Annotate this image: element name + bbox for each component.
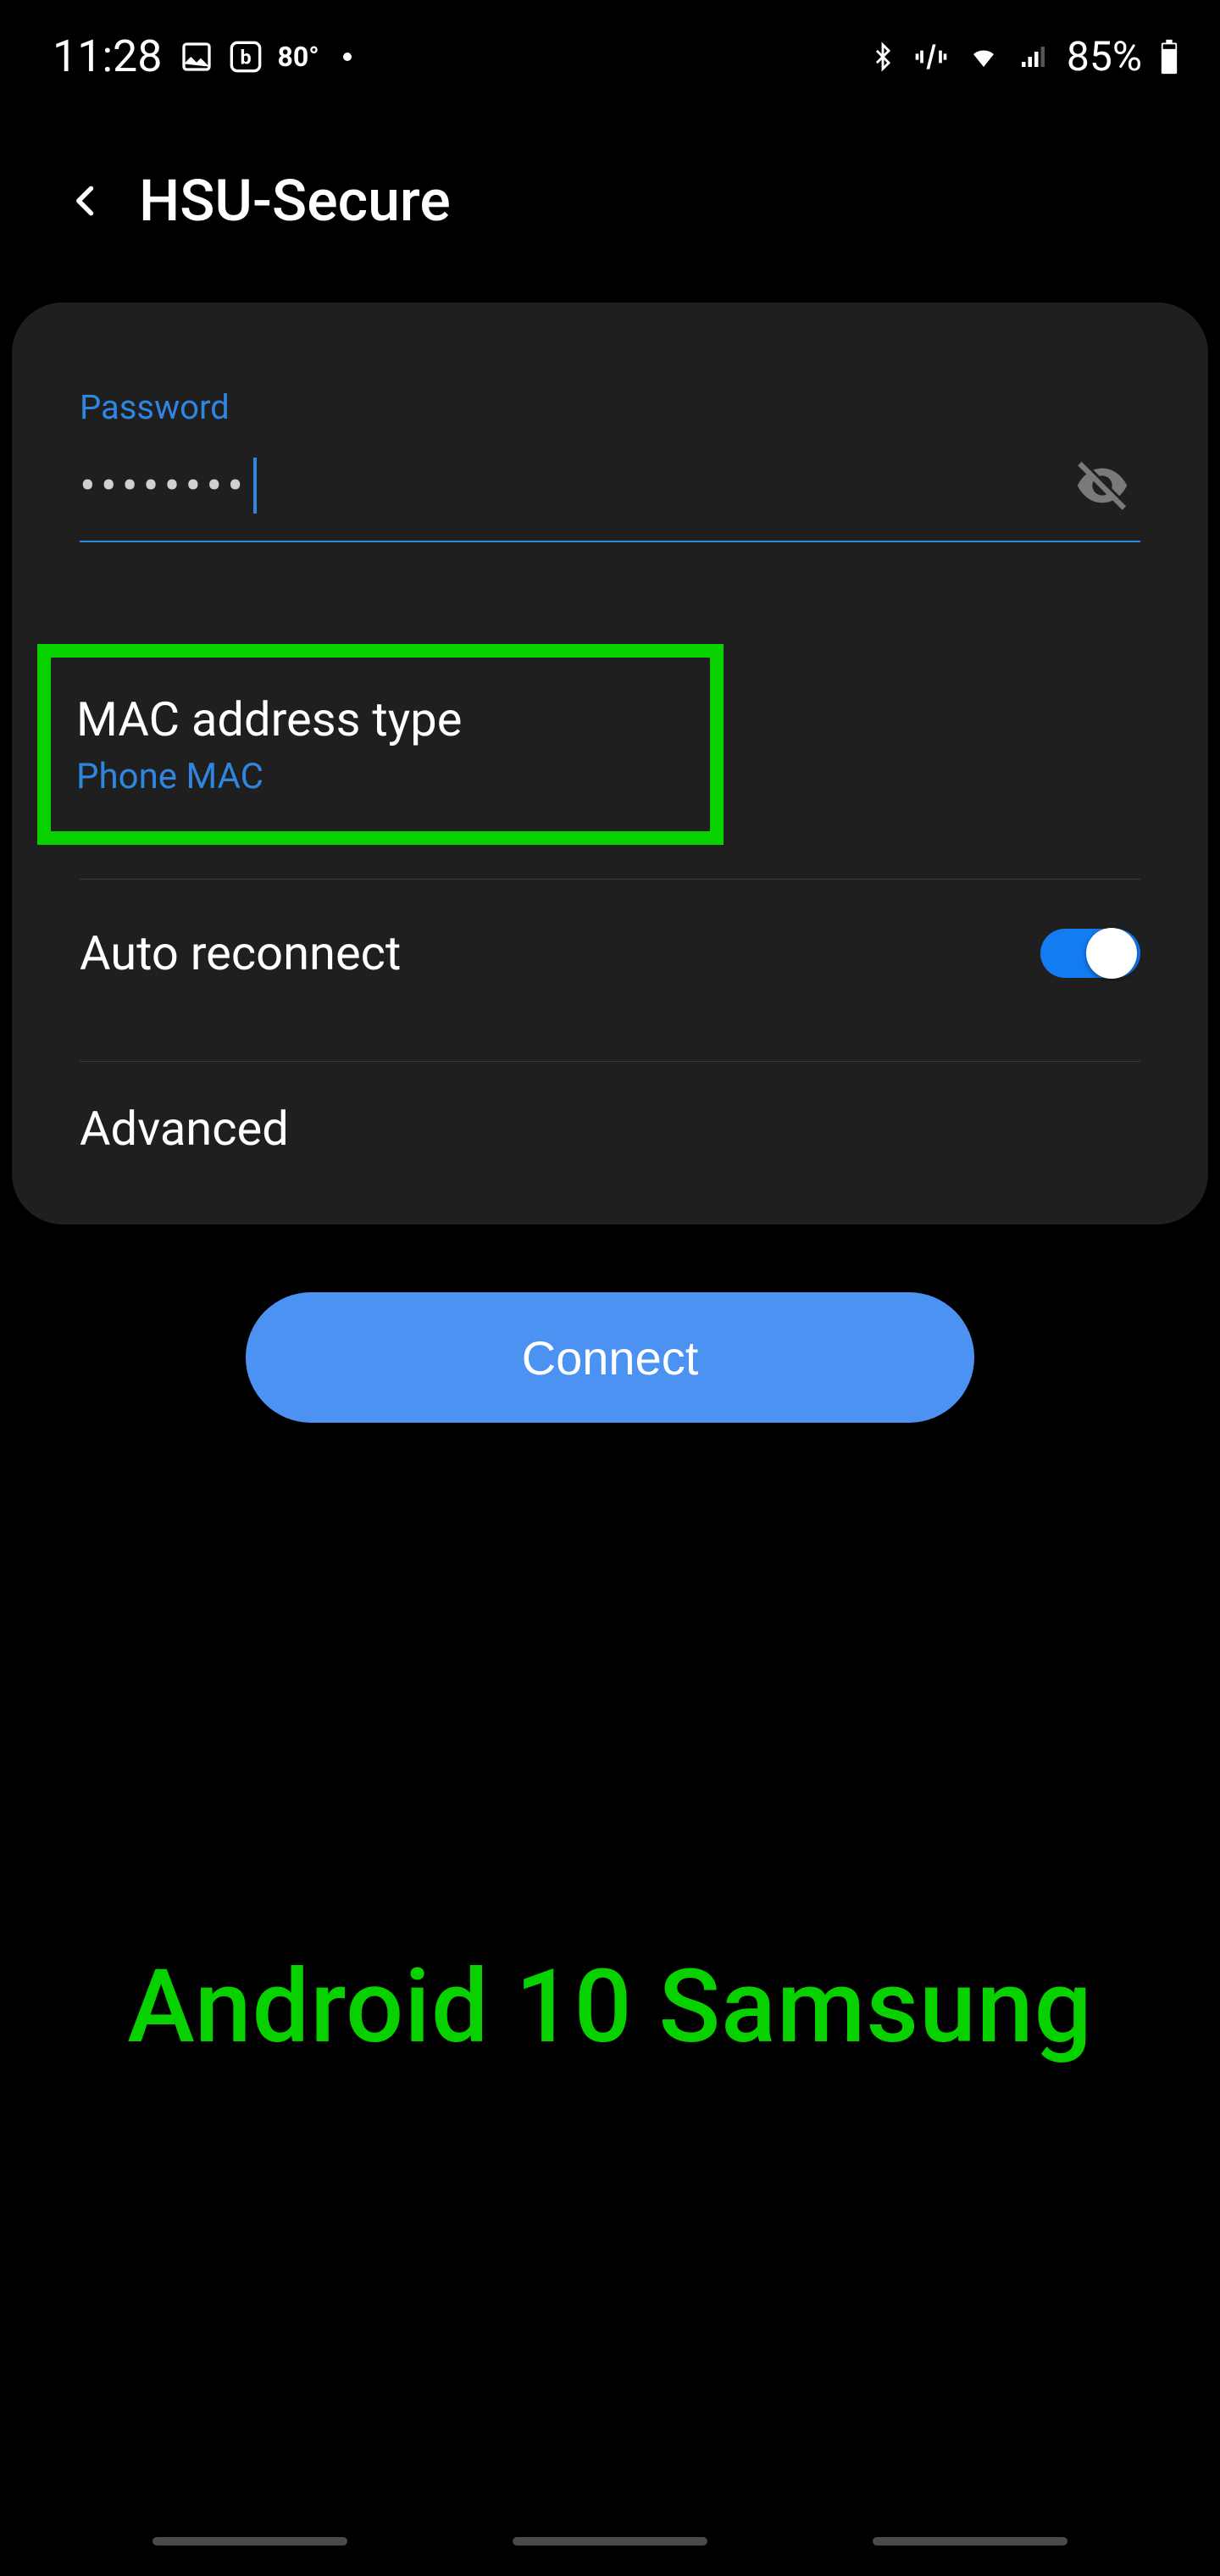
mac-address-type-setting[interactable]: MAC address type Phone MAC: [37, 644, 724, 845]
password-value: ••••••••: [80, 462, 248, 509]
password-input[interactable]: ••••••••: [80, 458, 257, 514]
advanced-label: Advanced: [80, 1101, 289, 1157]
back-icon[interactable]: [68, 176, 105, 225]
password-label: Password: [80, 387, 1140, 427]
mac-address-type-value: Phone MAC: [76, 756, 685, 797]
text-cursor: [253, 458, 257, 514]
password-section: Password ••••••••: [80, 387, 1140, 542]
image-icon: [180, 40, 214, 74]
wifi-icon: [965, 42, 1002, 72]
connect-button[interactable]: Connect: [246, 1292, 974, 1423]
status-bar: 11:28 b 80° 85%: [0, 0, 1220, 99]
status-temp: 80°: [278, 41, 319, 73]
status-right: 85%: [868, 32, 1181, 80]
bluetooth-icon: [868, 38, 897, 75]
wifi-settings-card: Password •••••••• MAC address type Phone…: [12, 303, 1208, 1224]
status-battery-text: 85%: [1067, 32, 1142, 80]
nav-home[interactable]: [513, 2537, 707, 2545]
nav-bar: [0, 2537, 1220, 2545]
auto-reconnect-setting[interactable]: Auto reconnect: [80, 880, 1140, 1027]
app-b-icon: b: [229, 40, 263, 74]
auto-reconnect-toggle[interactable]: [1040, 929, 1140, 978]
advanced-setting[interactable]: Advanced: [80, 1062, 1140, 1174]
toggle-knob: [1086, 928, 1137, 979]
header: HSU-Secure: [0, 99, 1220, 303]
page-title: HSU-Secure: [139, 167, 451, 235]
svg-text:b: b: [240, 45, 251, 69]
status-time: 11:28: [53, 31, 163, 82]
status-dot: [343, 53, 352, 61]
toggle-visibility-icon[interactable]: [1064, 456, 1140, 515]
battery-icon: [1157, 38, 1181, 75]
mac-address-type-label: MAC address type: [76, 691, 685, 747]
status-left: 11:28 b 80°: [53, 31, 352, 82]
nav-recents[interactable]: [152, 2537, 347, 2545]
status-icons-left: b 80°: [180, 40, 352, 74]
signal-icon: [1018, 42, 1051, 72]
vibrate-icon: [912, 38, 950, 75]
nav-back[interactable]: [873, 2537, 1068, 2545]
annotation-text: Android 10 Samsung: [0, 1948, 1220, 2067]
auto-reconnect-label: Auto reconnect: [80, 925, 401, 981]
